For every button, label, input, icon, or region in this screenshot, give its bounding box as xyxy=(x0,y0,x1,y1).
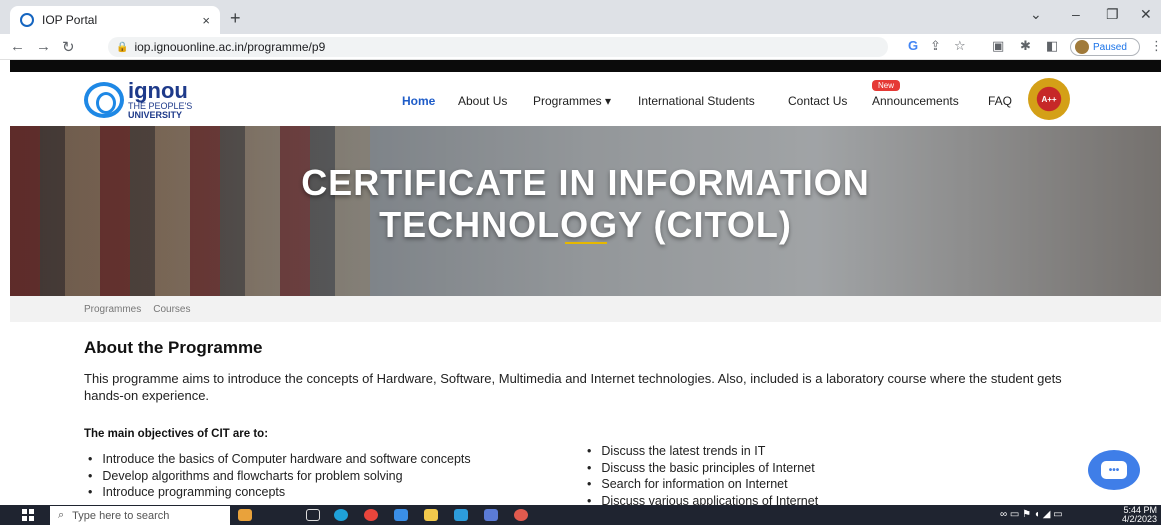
extension-icon[interactable]: ▣ xyxy=(992,38,1004,54)
list-item: Introduce programming concepts xyxy=(88,484,471,501)
taskbar-search-input[interactable]: ⌕ Type here to search xyxy=(50,506,230,525)
tab-close-button[interactable]: × xyxy=(202,13,210,28)
restore-button[interactable]: ❐ xyxy=(1106,6,1119,23)
about-text: This programme aims to introduce the con… xyxy=(84,371,1062,403)
chat-button[interactable]: ••• xyxy=(1088,450,1140,490)
nav-faq[interactable]: FAQ xyxy=(988,94,1012,108)
ignou-logo[interactable]: ignou THE PEOPLE'S UNIVERSITY xyxy=(84,80,192,120)
new-tab-button[interactable]: + xyxy=(230,8,241,29)
about-title: About the Programme xyxy=(84,338,263,357)
ignou-favicon-icon xyxy=(20,13,34,27)
menu-kebab-icon[interactable]: ⋮ xyxy=(1150,38,1161,54)
chat-icon: ••• xyxy=(1101,461,1127,479)
avatar xyxy=(1075,40,1089,54)
clock-date: 4/2/2023 xyxy=(1122,514,1158,524)
back-icon[interactable]: ← xyxy=(10,38,25,55)
taskbar-clock[interactable]: 5:44 PM 4/2/2023 xyxy=(1122,506,1157,524)
nav-contact[interactable]: Contact Us xyxy=(788,94,847,108)
chrome-active-icon[interactable] xyxy=(514,509,528,521)
browser-tab-bar: IOP Portal × + ⌄ – ❐ ✕ xyxy=(0,0,1161,34)
lock-icon: 🔒 xyxy=(116,41,129,53)
new-badge: New xyxy=(872,80,901,91)
breadcrumb-programmes[interactable]: Programmes xyxy=(84,304,141,315)
hero-title: CERTIFICATE IN INFORMATION TECHNOLOGY (C… xyxy=(10,162,1161,246)
bookmark-star-icon[interactable]: ☆ xyxy=(954,38,966,54)
logo-name: ignou xyxy=(128,78,188,103)
search-icon: ⌕ xyxy=(58,509,65,521)
windows-start-icon[interactable] xyxy=(22,509,34,521)
objectives-title: The main objectives of CIT are to: xyxy=(84,428,269,440)
file-explorer-icon[interactable] xyxy=(424,509,438,521)
list-item: Develop algorithms and flowcharts for pr… xyxy=(88,468,471,485)
close-window-button[interactable]: ✕ xyxy=(1140,6,1152,23)
address-bar-row: ← → ↻ 🔒 iop.ignouonline.ac.in/programme/… xyxy=(0,34,1161,60)
hero-title-line-2: TECHNOLOGY (CITOL) xyxy=(379,204,792,245)
profile-status: Paused xyxy=(1093,41,1127,53)
top-strip xyxy=(10,60,1161,72)
nav-programmes[interactable]: Programmes ▾ xyxy=(533,94,611,108)
site-header: ignou THE PEOPLE'S UNIVERSITY Home About… xyxy=(10,72,1161,126)
objectives-list-right: Discuss the latest trends in IT Discuss … xyxy=(587,443,818,509)
list-item: Discuss the basic principles of Internet xyxy=(587,460,818,477)
app-icon-2[interactable] xyxy=(484,509,498,521)
list-item: Introduce the basics of Computer hardwar… xyxy=(88,451,470,468)
browser-tab[interactable]: IOP Portal × xyxy=(10,6,220,34)
breadcrumb: Programmes Courses xyxy=(10,296,1161,322)
store-icon[interactable] xyxy=(394,509,408,521)
tab-title: IOP Portal xyxy=(42,13,98,27)
edge-icon[interactable] xyxy=(334,509,348,521)
breadcrumb-courses[interactable]: Courses xyxy=(153,304,190,315)
google-translate-icon[interactable]: G xyxy=(908,38,918,53)
task-view-icon[interactable] xyxy=(306,509,320,521)
profile-button[interactable]: Paused xyxy=(1070,38,1140,56)
nav-international-students[interactable]: International Students xyxy=(638,94,755,108)
url-text: iop.ignouonline.ac.in/programme/p9 xyxy=(134,40,326,54)
logo-tagline-2: UNIVERSITY xyxy=(128,110,183,120)
naac-badge: A++ xyxy=(1028,78,1070,120)
nav-announcements[interactable]: Announcements xyxy=(872,94,959,108)
weather-icon[interactable] xyxy=(238,509,252,521)
url-input[interactable]: 🔒 iop.ignouonline.ac.in/programme/p9 xyxy=(108,37,888,57)
forward-icon[interactable]: → xyxy=(36,38,51,55)
windows-taskbar: ⌕ Type here to search ∞ ▭ ⚑ ◖ ◢ ▭ 5:44 P… xyxy=(0,505,1161,525)
hero-title-line-1: CERTIFICATE IN INFORMATION xyxy=(301,162,870,203)
ignou-logo-icon xyxy=(84,82,124,118)
minimize-button[interactable]: – xyxy=(1072,6,1080,22)
tray-icons[interactable]: ∞ ▭ ⚑ ◖ ◢ ▭ xyxy=(1000,509,1063,520)
taskbar-search-placeholder: Type here to search xyxy=(72,509,170,522)
objectives-list-left: Introduce the basics of Computer hardwar… xyxy=(88,451,471,501)
extensions-puzzle-icon[interactable]: ✱ xyxy=(1020,38,1031,54)
reload-icon[interactable]: ↻ xyxy=(62,38,75,56)
hero-banner: CERTIFICATE IN INFORMATION TECHNOLOGY (C… xyxy=(10,126,1161,296)
list-item: Search for information on Internet xyxy=(587,476,818,493)
share-icon[interactable]: ⇪ xyxy=(930,38,941,54)
nav-about[interactable]: About Us xyxy=(458,94,507,108)
hero-underline xyxy=(565,242,607,244)
app-icon[interactable] xyxy=(454,509,468,521)
side-panel-icon[interactable]: ◧ xyxy=(1046,38,1058,54)
tab-search-icon[interactable]: ⌄ xyxy=(1030,6,1042,23)
nav-home[interactable]: Home xyxy=(402,94,435,108)
chrome-icon[interactable] xyxy=(364,509,378,521)
list-item: Discuss the latest trends in IT xyxy=(587,443,818,460)
